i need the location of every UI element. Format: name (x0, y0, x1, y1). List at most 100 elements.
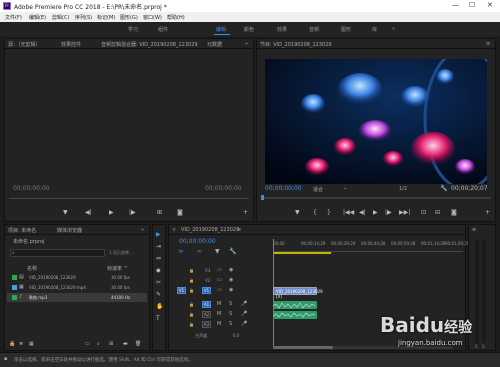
lift-icon[interactable]: ⊡ (421, 209, 426, 216)
workspace-color[interactable]: 颜色 (244, 26, 254, 33)
close-button[interactable]: ✕ (487, 1, 493, 9)
column-frame-rate[interactable]: 帧速率 ^ (107, 265, 128, 272)
work-area-bar[interactable] (273, 252, 331, 254)
mark-in-icon[interactable]: { (313, 209, 317, 216)
rate-stretch-tool-icon[interactable]: ◆ (156, 267, 161, 274)
export-frame-icon[interactable]: ◙ (451, 209, 457, 216)
menu-edit[interactable]: 编辑(E) (29, 14, 46, 21)
selection-tool-icon[interactable]: ▶ (156, 231, 161, 238)
track-lock-icon[interactable]: 🔒 (189, 322, 194, 327)
new-folder-icon[interactable]: ▬ (123, 341, 128, 347)
track-lock-icon[interactable]: 🔒 (189, 288, 194, 293)
menu-file[interactable]: 文件(F) (5, 14, 22, 21)
workspace-graphics[interactable]: 图形 (341, 26, 351, 33)
solo-button[interactable]: S (229, 321, 232, 327)
tabs-more-icon[interactable]: » (245, 41, 248, 47)
razor-tool-icon[interactable]: ✂ (156, 279, 161, 286)
eye-icon[interactable]: ◉ (229, 287, 233, 293)
menu-clip[interactable]: 剪辑(C) (52, 14, 69, 21)
workspace-assembly[interactable]: 组件 (158, 26, 168, 33)
step-back-icon[interactable]: ◀| (359, 209, 366, 216)
meters-menu-icon[interactable]: ≡ (472, 227, 476, 233)
menu-help[interactable]: 帮助(H) (167, 14, 185, 21)
menu-window[interactable]: 窗口(W) (143, 14, 162, 21)
wrench-icon[interactable]: 🔧 (440, 185, 447, 192)
go-to-out-icon[interactable]: ▶▶| (399, 209, 410, 216)
track-target-a3[interactable]: A3 (202, 321, 211, 328)
program-resolution-select[interactable]: 1/2 (399, 186, 407, 192)
track-lock-icon[interactable]: 🔒 (189, 302, 194, 307)
list-item[interactable]: ▤ VID_20190208_123029 30.00 fps (7, 273, 147, 282)
extract-icon[interactable]: ⊟ (435, 209, 440, 216)
source-mark-in-icon[interactable]: ▼ (63, 209, 68, 216)
timeline-title[interactable]: VID_20190208_123029 (181, 227, 239, 233)
find-icon[interactable]: ⌕ (97, 341, 100, 347)
workspace-editing[interactable]: 编辑 (216, 26, 226, 33)
icon-view-icon[interactable]: ▦ (29, 341, 34, 347)
column-name[interactable]: 名称 (27, 265, 37, 272)
mute-button[interactable]: M (217, 301, 221, 307)
tab-source[interactable]: 源：（无剪辑） (8, 41, 41, 48)
new-item-icon[interactable]: ⊞ (109, 341, 113, 347)
new-bin-icon[interactable]: ▭ (85, 341, 90, 347)
track-lock-icon[interactable]: 🔒 (189, 312, 194, 317)
minimize-button[interactable]: — (452, 1, 459, 9)
play-icon[interactable]: ▶ (373, 209, 378, 216)
microphone-icon[interactable]: 🎤 (241, 311, 247, 317)
lock-icon[interactable]: 🔒 (9, 341, 15, 347)
tab-project[interactable]: 项目: 未命名 (8, 227, 36, 234)
video-clip[interactable]: VID_20190208_123029 [V] (273, 287, 323, 299)
source-step-forward-icon[interactable]: |▶ (129, 209, 136, 216)
program-menu-icon[interactable]: ≡ (486, 41, 490, 47)
source-export-frame-icon[interactable]: ◙ (177, 209, 183, 216)
workspace-more-icon[interactable]: » (392, 26, 395, 32)
tab-effect-controls[interactable]: 效果控件 (61, 41, 81, 48)
source-patch-v1[interactable]: V1 (177, 287, 186, 294)
solo-right-button[interactable]: S (482, 344, 485, 349)
program-title[interactable]: 节目: VID_20190208_123029 (260, 41, 332, 48)
sync-lock-icon[interactable]: ▭ (217, 287, 222, 293)
solo-left-button[interactable]: S (475, 344, 478, 349)
master-track-value[interactable]: 0.0 (233, 333, 239, 338)
hand-tool-icon[interactable]: ✋ (156, 303, 163, 310)
source-add-button-icon[interactable]: + (243, 209, 248, 216)
step-forward-icon[interactable]: |▶ (385, 209, 392, 216)
track-target-a1[interactable]: A1 (202, 301, 211, 308)
source-step-back-icon[interactable]: ◀| (85, 209, 92, 216)
tab-audio-mixer[interactable]: 音频剪辑混合器: VID_20190208_123029 (101, 41, 198, 48)
add-marker-icon[interactable]: ▼ (215, 248, 220, 255)
go-to-in-icon[interactable]: |◀◀ (343, 209, 354, 216)
project-search-input[interactable]: ⌕ (10, 249, 105, 257)
mark-out-icon[interactable]: } (327, 209, 331, 216)
solo-button[interactable]: S (229, 311, 232, 317)
marker-icon[interactable]: ▼ (295, 209, 300, 216)
sync-lock-icon[interactable]: ▭ (217, 267, 222, 273)
track-select-tool-icon[interactable]: ⇥ (156, 243, 161, 250)
scrollbar-thumb[interactable] (273, 346, 333, 349)
menu-sequence[interactable]: 序列(S) (75, 14, 92, 21)
workspace-audio[interactable]: 音频 (309, 26, 319, 33)
list-view-icon[interactable]: ≣ (19, 341, 23, 347)
add-button-icon[interactable]: + (485, 209, 490, 216)
settings-icon[interactable]: 🔧 (229, 248, 236, 255)
program-timecode[interactable]: 00;00;00;00 (265, 185, 302, 192)
track-target-a2[interactable]: A2 (202, 311, 211, 318)
track-source-slot[interactable] (177, 267, 186, 274)
list-item[interactable]: ▦ VID_20190208_123029.mp4 30.00 fps (7, 283, 147, 292)
link-icon[interactable]: ∞ (197, 248, 202, 255)
timeline-ruler[interactable]: 00;00 00;00;14;29 00;00;29;29 00;00;44;2… (273, 241, 469, 251)
type-tool-icon[interactable]: T (156, 315, 160, 322)
menu-graphics[interactable]: 图形(G) (120, 14, 138, 21)
tab-media-browser[interactable]: 媒体浏览器 (57, 227, 82, 234)
snap-icon[interactable]: ⊳ (179, 248, 184, 255)
track-lock-icon[interactable]: 🔒 (189, 278, 194, 283)
solo-button[interactable]: S (229, 301, 232, 307)
timeline-timecode[interactable]: 00;00;00;00 (179, 238, 216, 245)
tab-metadata[interactable]: 元数据 (207, 41, 222, 48)
sync-lock-icon[interactable]: ▭ (217, 277, 222, 283)
list-item[interactable]: ♪ 歌曲.mp3 44100 Hz (7, 293, 147, 302)
workspace-libraries[interactable]: 库 (372, 26, 377, 33)
trash-icon[interactable]: 🗑 (135, 341, 141, 347)
mute-button[interactable]: M (217, 311, 221, 317)
eye-icon[interactable]: ◉ (229, 277, 233, 283)
